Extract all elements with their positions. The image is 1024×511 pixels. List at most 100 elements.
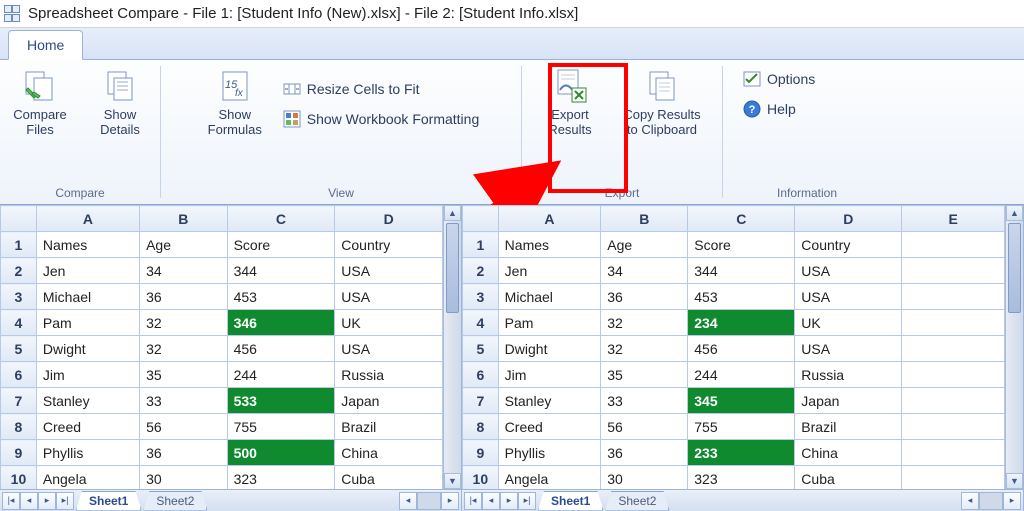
row-header[interactable]: 10 bbox=[463, 466, 499, 490]
col-header[interactable]: E bbox=[902, 206, 1005, 232]
options-button[interactable]: Options bbox=[739, 68, 819, 90]
col-header[interactable]: B bbox=[140, 206, 228, 232]
cell[interactable]: Age bbox=[601, 232, 688, 258]
cell[interactable]: Stanley bbox=[498, 388, 601, 414]
cell[interactable]: China bbox=[335, 440, 443, 466]
prev-sheet-button[interactable]: ◂ bbox=[20, 492, 38, 510]
table-row[interactable]: 6Jim35244Russia bbox=[463, 362, 1005, 388]
row-header[interactable]: 5 bbox=[463, 336, 499, 362]
row-header[interactable]: 5 bbox=[1, 336, 37, 362]
cell[interactable]: 35 bbox=[140, 362, 228, 388]
cell[interactable]: 34 bbox=[140, 258, 228, 284]
cell[interactable]: USA bbox=[335, 284, 443, 310]
scroll-down-icon[interactable]: ▼ bbox=[444, 473, 461, 489]
hscroll-track[interactable] bbox=[417, 492, 441, 510]
table-row[interactable]: 5Dwight32456USA bbox=[463, 336, 1005, 362]
table-row[interactable]: 10Angela30323Cuba bbox=[1, 466, 443, 490]
hscroll-right-button[interactable]: ▸ bbox=[441, 492, 459, 510]
right-grid[interactable]: A B C D E 1NamesAgeScoreCountry2Jen34344… bbox=[462, 205, 1005, 489]
cell[interactable]: 344 bbox=[227, 258, 335, 284]
cell[interactable]: 244 bbox=[227, 362, 335, 388]
cell[interactable]: Dwight bbox=[498, 336, 601, 362]
cell[interactable]: Russia bbox=[335, 362, 443, 388]
table-row[interactable]: 4Pam32346UK bbox=[1, 310, 443, 336]
table-row[interactable]: 9Phyllis36233China bbox=[463, 440, 1005, 466]
copy-results-button[interactable]: Copy Results to Clipboard bbox=[614, 64, 710, 140]
cell[interactable] bbox=[902, 414, 1005, 440]
col-header[interactable]: C bbox=[227, 206, 335, 232]
cell[interactable]: Russia bbox=[795, 362, 902, 388]
cell[interactable]: 344 bbox=[688, 258, 795, 284]
cell[interactable]: Pam bbox=[498, 310, 601, 336]
table-row[interactable]: 2Jen34344USA bbox=[1, 258, 443, 284]
cell[interactable]: Angela bbox=[36, 466, 139, 490]
cell[interactable]: Pam bbox=[36, 310, 139, 336]
cell[interactable]: USA bbox=[795, 336, 902, 362]
cell[interactable] bbox=[902, 388, 1005, 414]
vertical-scrollbar[interactable]: ▲ ▼ bbox=[1005, 205, 1023, 489]
cell[interactable]: 36 bbox=[140, 284, 228, 310]
last-sheet-button[interactable]: ▸| bbox=[56, 492, 74, 510]
row-header[interactable]: 2 bbox=[463, 258, 499, 284]
cell[interactable]: 32 bbox=[601, 310, 688, 336]
cell[interactable]: UK bbox=[335, 310, 443, 336]
scroll-down-icon[interactable]: ▼ bbox=[1006, 473, 1023, 489]
row-header[interactable]: 6 bbox=[463, 362, 499, 388]
cell[interactable]: Age bbox=[140, 232, 228, 258]
cell[interactable]: Jen bbox=[36, 258, 139, 284]
cell[interactable] bbox=[902, 440, 1005, 466]
cell[interactable]: Phyllis bbox=[498, 440, 601, 466]
cell[interactable]: China bbox=[795, 440, 902, 466]
row-header[interactable]: 3 bbox=[1, 284, 37, 310]
cell[interactable] bbox=[902, 232, 1005, 258]
cell[interactable]: 33 bbox=[601, 388, 688, 414]
show-workbook-formatting-button[interactable]: Show Workbook Formatting bbox=[279, 108, 483, 130]
cell[interactable]: 323 bbox=[227, 466, 335, 490]
cell[interactable]: USA bbox=[335, 258, 443, 284]
help-button[interactable]: ? Help bbox=[739, 98, 819, 120]
cell[interactable]: 234 bbox=[688, 310, 795, 336]
scroll-up-icon[interactable]: ▲ bbox=[1006, 205, 1023, 221]
cell[interactable]: Creed bbox=[498, 414, 601, 440]
col-header[interactable]: C bbox=[688, 206, 795, 232]
cell[interactable]: 453 bbox=[688, 284, 795, 310]
scroll-thumb[interactable] bbox=[1008, 223, 1021, 313]
cell[interactable]: Creed bbox=[36, 414, 139, 440]
tab-home[interactable]: Home bbox=[8, 30, 83, 60]
table-row[interactable]: 2Jen34344USA bbox=[463, 258, 1005, 284]
table-row[interactable]: 1NamesAgeScoreCountry bbox=[1, 232, 443, 258]
col-header[interactable]: A bbox=[498, 206, 601, 232]
cell[interactable] bbox=[902, 466, 1005, 490]
select-all-corner[interactable] bbox=[463, 206, 499, 232]
cell[interactable]: Stanley bbox=[36, 388, 139, 414]
cell[interactable]: 33 bbox=[140, 388, 228, 414]
table-row[interactable]: 3Michael36453USA bbox=[463, 284, 1005, 310]
row-header[interactable]: 7 bbox=[1, 388, 37, 414]
export-results-button[interactable]: Export Results bbox=[534, 64, 606, 140]
table-row[interactable]: 4Pam32234UK bbox=[463, 310, 1005, 336]
cell[interactable]: 244 bbox=[688, 362, 795, 388]
cell[interactable]: 456 bbox=[227, 336, 335, 362]
cell[interactable]: 32 bbox=[140, 310, 228, 336]
row-header[interactable]: 8 bbox=[463, 414, 499, 440]
cell[interactable]: 755 bbox=[227, 414, 335, 440]
cell[interactable]: Japan bbox=[795, 388, 902, 414]
row-header[interactable]: 1 bbox=[463, 232, 499, 258]
cell[interactable]: 56 bbox=[601, 414, 688, 440]
cell[interactable]: 36 bbox=[140, 440, 228, 466]
hscroll-track[interactable] bbox=[979, 492, 1003, 510]
column-header-row[interactable]: A B C D E bbox=[463, 206, 1005, 232]
cell[interactable]: Country bbox=[795, 232, 902, 258]
cell[interactable]: 32 bbox=[140, 336, 228, 362]
cell[interactable]: Brazil bbox=[335, 414, 443, 440]
table-row[interactable]: 6Jim35244Russia bbox=[1, 362, 443, 388]
cell[interactable]: 233 bbox=[688, 440, 795, 466]
cell[interactable]: Brazil bbox=[795, 414, 902, 440]
cell[interactable]: 35 bbox=[601, 362, 688, 388]
show-details-button[interactable]: Show Details bbox=[84, 64, 156, 140]
cell[interactable]: 533 bbox=[227, 388, 335, 414]
table-row[interactable]: 8Creed56755Brazil bbox=[463, 414, 1005, 440]
resize-cells-button[interactable]: Resize Cells to Fit bbox=[279, 78, 483, 100]
col-header[interactable]: B bbox=[601, 206, 688, 232]
cell[interactable]: 755 bbox=[688, 414, 795, 440]
